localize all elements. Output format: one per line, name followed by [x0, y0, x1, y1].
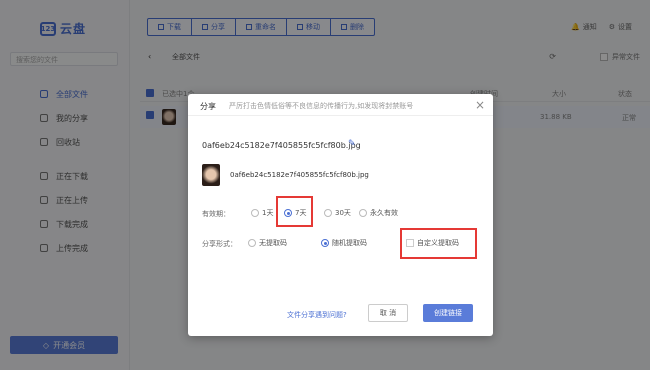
highlight-box [276, 196, 313, 227]
radio-dot[interactable] [248, 239, 256, 247]
form-no-code[interactable]: 无提取码 [248, 238, 287, 248]
edit-icon[interactable]: ✎ [348, 139, 356, 149]
validity-label: 有效期： [202, 210, 230, 218]
radio-dot-selected[interactable] [321, 239, 329, 247]
validity-1day[interactable]: 1天 [251, 208, 273, 218]
file-thumbnail [202, 164, 220, 186]
cancel-button[interactable]: 取 消 [368, 304, 408, 322]
share-filename: 0af6eb24c5182e7f405855fc5fcf80b.jpg [202, 141, 361, 150]
dialog-header: 分享 严厉打击色情低俗等不良信息的传播行为,如发现将封禁账号 × [188, 94, 493, 116]
form-random-code[interactable]: 随机提取码 [321, 238, 367, 248]
radio-dot[interactable] [359, 209, 367, 217]
help-link[interactable]: 文件分享遇到问题? [287, 310, 347, 320]
file-item-name: 0af6eb24c5182e7f405855fc5fcf80b.jpg [230, 171, 369, 179]
radio-dot[interactable] [324, 209, 332, 217]
share-form-label: 分享形式： [202, 240, 237, 248]
dialog-warning: 严厉打击色情低俗等不良信息的传播行为,如发现将封禁账号 [229, 102, 414, 110]
radio-dot[interactable] [251, 209, 259, 217]
dialog-title: 分享 [200, 102, 216, 111]
close-icon[interactable]: × [475, 98, 485, 112]
share-dialog: 分享 严厉打击色情低俗等不良信息的传播行为,如发现将封禁账号 × 0af6eb2… [188, 94, 493, 336]
validity-forever[interactable]: 永久有效 [359, 208, 398, 218]
create-link-button[interactable]: 创建链接 [423, 304, 473, 322]
highlight-box [400, 228, 477, 259]
validity-30day[interactable]: 30天 [324, 208, 351, 218]
